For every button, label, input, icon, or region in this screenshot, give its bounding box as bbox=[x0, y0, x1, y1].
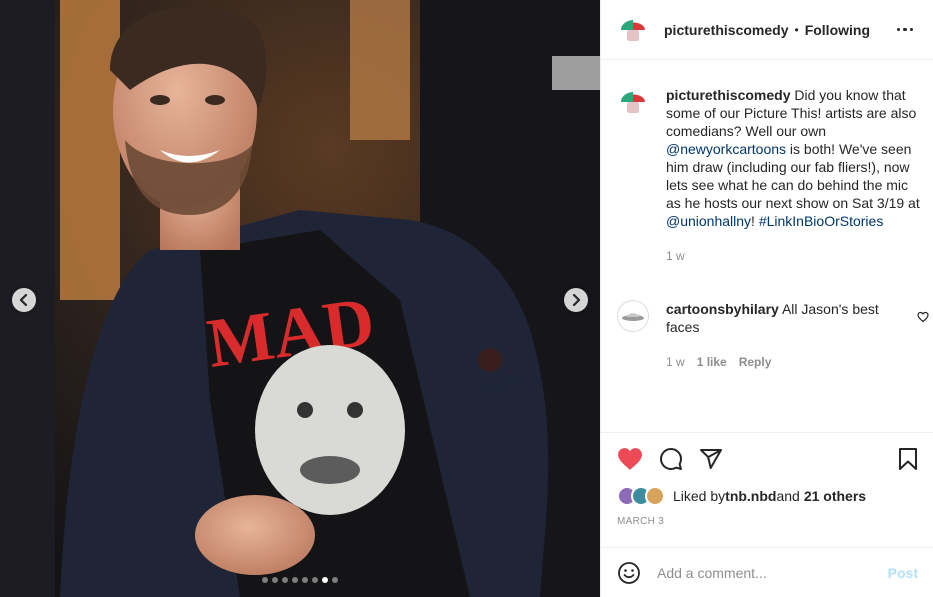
mention-unionhallny[interactable]: @unionhallny bbox=[666, 213, 751, 229]
dot-icon bbox=[896, 27, 900, 32]
mushroom-logo-icon bbox=[617, 86, 649, 118]
liked-by-others[interactable]: 21 others bbox=[804, 488, 866, 504]
liked-by-prefix: Liked by bbox=[673, 488, 726, 504]
caption-text-3: ! bbox=[751, 213, 759, 229]
comment-reply-button[interactable]: Reply bbox=[739, 353, 772, 371]
emoji-smile-icon bbox=[618, 561, 640, 584]
post-actions: Liked by tnb.nbd and 21 others MARCH 3 bbox=[601, 432, 933, 547]
caption-username[interactable]: picturethiscomedy bbox=[666, 87, 790, 103]
emoji-button[interactable] bbox=[617, 561, 641, 585]
comment-meta: 1 w 1 like Reply bbox=[666, 353, 906, 371]
mention-newyorkcartoons[interactable]: @newyorkcartoons bbox=[666, 141, 786, 157]
like-button[interactable] bbox=[617, 447, 643, 471]
add-comment-bar: Post bbox=[601, 547, 933, 597]
carousel-dot bbox=[312, 577, 318, 583]
liked-by-and: and bbox=[776, 488, 800, 504]
carousel-dot bbox=[332, 577, 338, 583]
liker-avatar bbox=[645, 486, 665, 506]
share-button[interactable] bbox=[699, 447, 723, 471]
chevron-left-icon bbox=[19, 294, 28, 306]
comment-age[interactable]: 1 w bbox=[666, 353, 685, 371]
carousel-dot bbox=[272, 577, 278, 583]
comment-button[interactable] bbox=[659, 447, 683, 471]
caption-age[interactable]: 1 w bbox=[666, 247, 926, 265]
carousel-dot bbox=[262, 577, 268, 583]
hashtag-link[interactable]: #LinkInBioOrStories bbox=[759, 213, 884, 229]
ufo-avatar-icon bbox=[618, 301, 648, 331]
heart-filled-icon bbox=[618, 448, 642, 470]
post-comment-button[interactable]: Post bbox=[888, 565, 918, 581]
post-author-username[interactable]: picturethiscomedy bbox=[664, 22, 788, 38]
liker-avatars[interactable] bbox=[617, 486, 665, 506]
bookmark-icon bbox=[899, 448, 917, 470]
post-details-panel: picturethiscomedy • Following picturethi… bbox=[600, 0, 933, 597]
more-options-button[interactable] bbox=[896, 27, 918, 32]
comment-item: cartoonsbyhilary All Jason's best faces … bbox=[617, 300, 929, 371]
likes-summary: Liked by tnb.nbd and 21 others bbox=[601, 485, 933, 507]
action-icons bbox=[601, 433, 933, 485]
caption-body: picturethiscomedy Did you know that some… bbox=[666, 86, 926, 265]
caption-avatar[interactable] bbox=[617, 86, 649, 118]
chevron-right-icon bbox=[572, 294, 581, 306]
caption-text: picturethiscomedy Did you know that some… bbox=[666, 86, 926, 230]
post-header: picturethiscomedy • Following bbox=[601, 0, 933, 60]
post-photo[interactable]: MAD bbox=[0, 0, 600, 597]
following-button[interactable]: Following bbox=[805, 22, 870, 38]
previous-photo-button[interactable] bbox=[12, 288, 36, 312]
carousel-dot bbox=[302, 577, 308, 583]
carousel-dot bbox=[292, 577, 298, 583]
liked-by-user[interactable]: tnb.nbd bbox=[725, 488, 776, 504]
mushroom-logo-icon bbox=[617, 13, 649, 46]
comment-input[interactable] bbox=[657, 564, 877, 581]
commenter-username[interactable]: cartoonsbyhilary bbox=[666, 301, 779, 317]
comment-likes[interactable]: 1 like bbox=[697, 353, 727, 371]
profile-avatar[interactable] bbox=[617, 13, 649, 46]
paper-plane-icon bbox=[700, 449, 722, 469]
comment-bubble-icon bbox=[660, 448, 682, 470]
heart-outline-icon bbox=[917, 311, 929, 323]
next-photo-button[interactable] bbox=[564, 288, 588, 312]
post-date[interactable]: MARCH 3 bbox=[601, 516, 933, 527]
commenter-avatar[interactable] bbox=[617, 300, 649, 332]
header-separator: • bbox=[794, 22, 799, 37]
save-button[interactable] bbox=[898, 448, 918, 470]
carousel-dot bbox=[322, 577, 328, 583]
carousel-dot bbox=[282, 577, 288, 583]
comment-like-button[interactable] bbox=[917, 310, 929, 328]
post-caption: picturethiscomedy Did you know that some… bbox=[617, 86, 929, 265]
comment-body: cartoonsbyhilary All Jason's best faces … bbox=[666, 300, 906, 371]
carousel-indicator bbox=[262, 577, 338, 583]
dot-icon bbox=[903, 27, 907, 32]
dot-icon bbox=[909, 27, 913, 32]
photo-scene: MAD bbox=[0, 0, 600, 597]
